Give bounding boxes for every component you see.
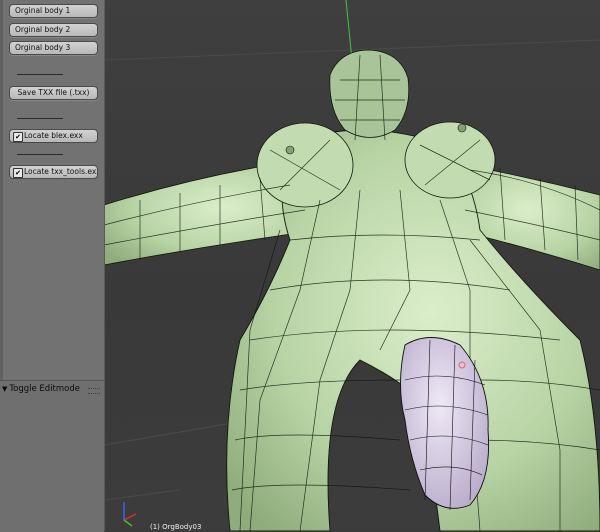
checkmark-icon[interactable]: ✔ <box>13 132 23 142</box>
operator-title: Toggle Editmode <box>9 384 80 394</box>
operator-panel-header[interactable]: ▼ Toggle Editmode <box>2 383 80 395</box>
axis-gizmo <box>123 502 137 527</box>
save-txx-button[interactable]: Save TXX file (.txx) <box>9 86 98 100</box>
original-body-1-button[interactable]: Orginal body 1 <box>9 4 98 18</box>
original-body-3-button[interactable]: Orginal body 3 <box>9 41 98 55</box>
object-name-label: (1) OrgBody03 <box>150 523 202 531</box>
body-mesh[interactable] <box>103 49 600 531</box>
checkmark-icon[interactable]: ✔ <box>13 168 23 178</box>
checkbox-label: Locate blex.exx <box>24 131 83 140</box>
separator <box>17 118 63 119</box>
collapse-triangle-icon[interactable]: ▼ <box>2 385 7 393</box>
separator <box>17 154 63 155</box>
locate-txx-tools-checkbox[interactable]: ✔ Locate txx_tools.exx <box>9 165 98 179</box>
y-axis-line <box>345 0 353 61</box>
original-body-2-button[interactable]: Orginal body 2 <box>9 23 98 37</box>
checkbox-label: Locate txx_tools.exx <box>24 167 98 176</box>
panel-grip-icon[interactable] <box>88 388 100 394</box>
locate-blex-checkbox[interactable]: ✔ Locate blex.exx <box>9 129 98 143</box>
operator-panel <box>0 380 104 532</box>
panel-scrollbar[interactable] <box>0 0 3 380</box>
separator <box>17 74 63 75</box>
